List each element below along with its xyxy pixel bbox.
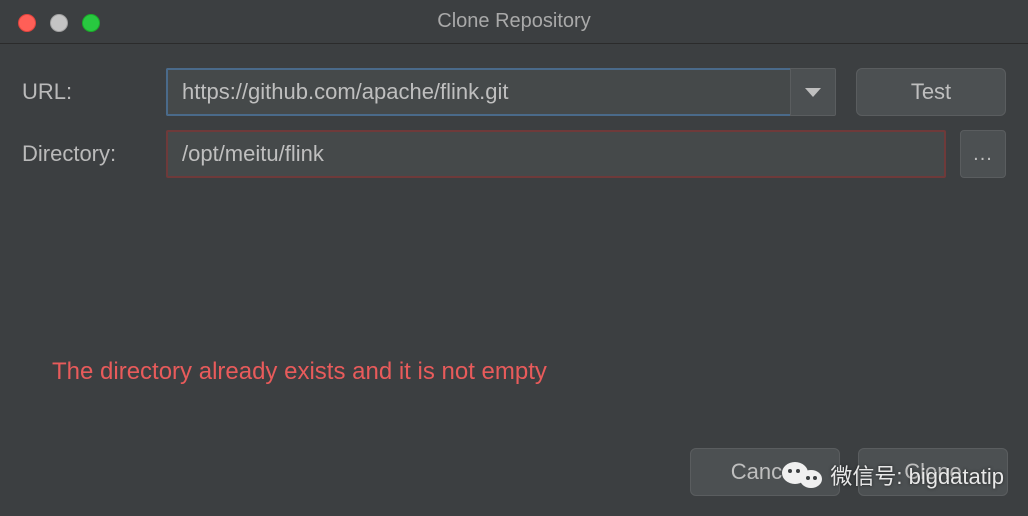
cancel-button[interactable]: Cancel [690,448,840,496]
url-row: URL: Test [22,68,1008,116]
dialog-content: URL: Test Directory: ... The directory a… [0,44,1028,386]
url-dropdown-button[interactable] [790,68,836,116]
directory-row: Directory: ... [22,130,1008,178]
clone-button[interactable]: Clone [858,448,1008,496]
url-combobox [166,68,836,116]
directory-input[interactable] [166,130,946,178]
directory-label: Directory: [22,141,166,167]
error-message: The directory already exists and it is n… [52,358,1008,386]
url-input[interactable] [166,68,790,116]
browse-button[interactable]: ... [960,130,1006,178]
test-button-label: Test [911,79,951,105]
maximize-window-button[interactable] [82,14,100,32]
window-title: Clone Repository [437,10,590,33]
window-controls [18,14,100,32]
cancel-button-label: Cancel [731,459,799,485]
close-window-button[interactable] [18,14,36,32]
url-label: URL: [22,79,166,105]
titlebar: Clone Repository [0,0,1028,44]
clone-button-label: Clone [904,459,961,485]
dialog-footer: Cancel Clone [690,448,1008,496]
test-button[interactable]: Test [856,68,1006,116]
chevron-down-icon [805,88,821,97]
minimize-window-button[interactable] [50,14,68,32]
browse-button-label: ... [973,143,993,166]
